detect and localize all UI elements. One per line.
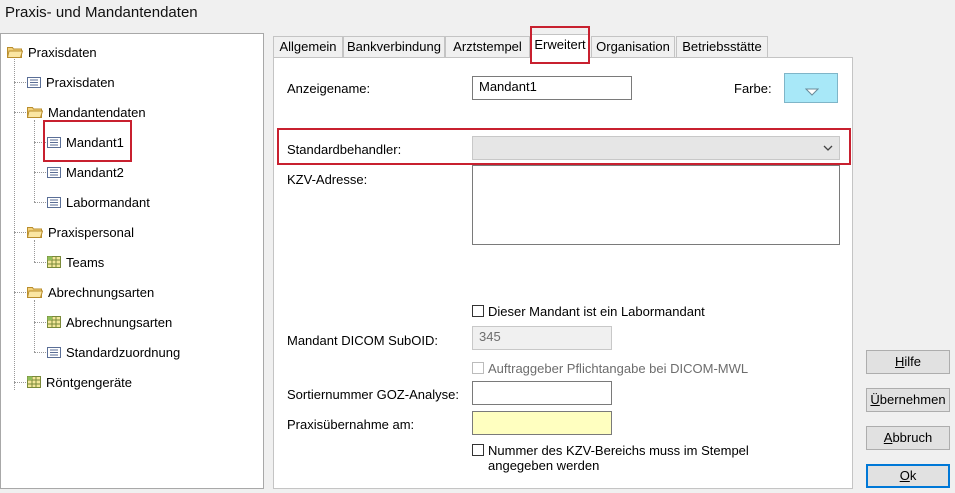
help-button[interactable]: Hilfe — [866, 350, 950, 374]
ok-button-mnemonic: O — [899, 468, 910, 483]
labormandant-checkbox-label: Dieser Mandant ist ein Labormandant — [488, 304, 705, 319]
tree-item-roentgengeraete[interactable]: Röntgengeräte — [27, 371, 132, 393]
auftraggeber-checkbox-label: Auftraggeber Pflichtangabe bei DICOM-MWL — [488, 361, 749, 376]
tree-item-teams[interactable]: Teams — [47, 251, 104, 273]
folder-open-icon — [27, 107, 43, 118]
tab-betriebsstaette[interactable]: Betriebsstätte — [676, 36, 768, 57]
dicom-suboid-label: Mandant DICOM SubOID: — [287, 333, 438, 348]
kzv-stempel-line2: angegeben werden — [488, 458, 600, 473]
tree-connector — [34, 120, 35, 202]
folder-open-icon — [27, 227, 43, 238]
tree-item-label: Mandant2 — [66, 164, 124, 180]
tree-connector — [14, 112, 28, 113]
sortiernummer-input[interactable] — [472, 381, 612, 405]
list-icon — [47, 196, 61, 208]
tree-item-praxisdaten[interactable]: Praxisdaten — [27, 71, 115, 93]
tab-organisation[interactable]: Organisation — [591, 36, 675, 57]
tree-item-label: Labormandant — [66, 194, 150, 210]
tree-connector — [14, 292, 28, 293]
tree-item-labormandant[interactable]: Labormandant — [47, 191, 150, 213]
help-button-mnemonic: H — [894, 354, 905, 369]
help-button-label: ilfe — [904, 354, 921, 369]
grid-icon — [47, 256, 61, 268]
selection-highlight — [43, 120, 132, 162]
tree-item-label: Standardzuordnung — [66, 344, 181, 360]
dicom-suboid-input[interactable]: 345 — [472, 326, 612, 350]
tree-item-abrechnungsarten-folder[interactable]: Abrechnungsarten — [27, 281, 154, 303]
standardbehandler-highlight — [277, 128, 851, 165]
ok-button[interactable]: Ok — [866, 464, 950, 488]
tree-connector — [14, 232, 28, 233]
tree-item-label: Praxisdaten — [46, 74, 115, 90]
window-title: Praxis- und Mandantendaten — [5, 4, 198, 21]
list-icon — [47, 166, 61, 178]
checkbox-box[interactable] — [472, 305, 484, 317]
tree-connector — [34, 240, 35, 262]
kzv-adresse-label: KZV-Adresse: — [287, 172, 368, 187]
praxisuebernahme-date-input[interactable] — [472, 411, 612, 435]
anzeigename-input[interactable]: Mandant1 — [472, 76, 632, 100]
tree-item-label: Teams — [66, 254, 105, 270]
anzeigename-label: Anzeigename: — [287, 81, 371, 96]
tab-panel-erweitert: Anzeigename: Mandant1 Farbe: Standardbeh… — [273, 57, 853, 489]
kzv-stempel-line1: Nummer des KZV-Bereichs muss im Stempel — [488, 443, 749, 458]
tree-item-label: Mandantendaten — [48, 104, 146, 120]
tree-item-mandant2[interactable]: Mandant2 — [47, 161, 124, 183]
apply-button-label: bernehmen — [879, 392, 946, 407]
grid-icon — [27, 376, 41, 388]
tab-bankverbindung[interactable]: Bankverbindung — [343, 36, 445, 57]
apply-button-mnemonic: Ü — [870, 392, 880, 407]
tree-connector — [14, 82, 28, 83]
apply-button[interactable]: Übernehmen — [866, 388, 950, 412]
tree-item-label: Röntgengeräte — [46, 374, 133, 390]
kzv-stempel-checkbox-label: Nummer des KZV-Bereichs muss im Stempel … — [488, 443, 749, 473]
sortiernummer-label: Sortiernummer GOZ-Analyse: — [287, 387, 459, 402]
tree-item-standardzuordnung[interactable]: Standardzuordnung — [47, 341, 180, 363]
tree-connector — [34, 202, 46, 203]
navigation-tree[interactable]: Praxisdaten Praxisdaten Mandantendaten M… — [0, 33, 264, 489]
praxisuebernahme-label: Praxisübernahme am: — [287, 417, 415, 432]
checkbox-box[interactable] — [472, 444, 484, 456]
tree-connector — [34, 172, 46, 173]
tree-item-praxisdaten-root[interactable]: Praxisdaten — [7, 41, 97, 63]
triangle-down-icon — [805, 88, 819, 96]
tree-item-praxispersonal[interactable]: Praxispersonal — [27, 221, 134, 243]
labormandant-checkbox[interactable]: Dieser Mandant ist ein Labormandant — [472, 304, 705, 319]
folder-open-icon — [7, 47, 23, 58]
checkbox-box[interactable] — [472, 362, 484, 374]
farbe-label: Farbe: — [734, 81, 772, 96]
cancel-button[interactable]: Abbruch — [866, 426, 950, 450]
tab-erweitert-highlight — [530, 26, 590, 64]
tree-connector — [34, 300, 35, 352]
cancel-button-label: bbruch — [892, 430, 933, 445]
color-picker-button[interactable] — [784, 73, 838, 103]
grid-icon — [47, 316, 61, 328]
list-icon — [27, 76, 41, 88]
ok-button-label: k — [909, 468, 917, 483]
list-icon — [47, 346, 61, 358]
tree-item-label: Abrechnungsarten — [48, 284, 155, 300]
kzv-stempel-checkbox[interactable]: Nummer des KZV-Bereichs muss im Stempel … — [472, 443, 749, 473]
tree-item-label: Abrechnungsarten — [66, 314, 173, 330]
kzv-adresse-textarea[interactable] — [472, 165, 840, 245]
tree-connector — [14, 56, 15, 390]
tree-item-label: Praxispersonal — [48, 224, 134, 240]
tree-connector — [14, 382, 28, 383]
folder-open-icon — [27, 287, 43, 298]
tree-item-abrechnungsarten[interactable]: Abrechnungsarten — [47, 311, 172, 333]
tree-item-label: Praxisdaten — [28, 44, 97, 60]
tree-connector — [34, 352, 46, 353]
auftraggeber-checkbox[interactable]: Auftraggeber Pflichtangabe bei DICOM-MWL — [472, 361, 748, 376]
tree-connector — [34, 322, 46, 323]
tree-connector — [34, 262, 46, 263]
tab-arztstempel[interactable]: Arztstempel — [445, 36, 530, 57]
tab-allgemein[interactable]: Allgemein — [273, 36, 343, 57]
